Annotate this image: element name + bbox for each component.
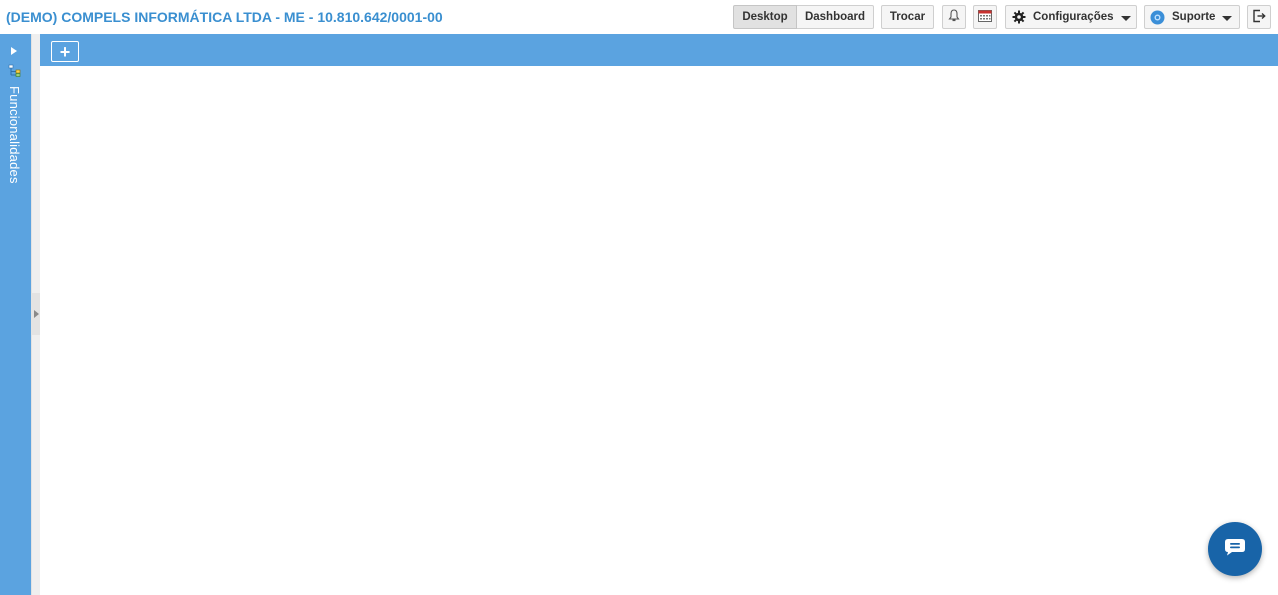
logout-button[interactable] xyxy=(1247,5,1271,29)
bell-icon xyxy=(948,9,960,25)
plus-icon: + xyxy=(59,41,71,62)
configuracoes-label: Configurações xyxy=(1033,11,1114,23)
sidebar-label[interactable]: Funcionalidades xyxy=(7,86,22,184)
suporte-label: Suporte xyxy=(1172,11,1216,23)
calendar-button[interactable] xyxy=(973,5,997,29)
splitter-arrow-icon xyxy=(34,310,39,318)
desktop-button[interactable]: Desktop xyxy=(733,5,797,29)
expand-panel-icon[interactable] xyxy=(11,47,17,55)
trocar-button[interactable]: Trocar xyxy=(881,5,934,29)
configuracoes-dropdown[interactable]: Configurações xyxy=(1005,5,1137,29)
desktop-toolbar: + xyxy=(40,34,1278,66)
logout-icon xyxy=(1252,9,1266,26)
notifications-button[interactable] xyxy=(942,5,966,29)
calendar-icon xyxy=(978,9,992,25)
add-button[interactable]: + xyxy=(51,41,79,62)
dashboard-button[interactable]: Dashboard xyxy=(797,5,874,29)
gear-icon xyxy=(1012,10,1026,24)
chevron-down-icon xyxy=(1120,15,1131,21)
support-icon xyxy=(1150,10,1165,25)
chat-button[interactable] xyxy=(1208,522,1262,576)
suporte-dropdown[interactable]: Suporte xyxy=(1144,5,1240,29)
tree-icon xyxy=(8,64,22,82)
chat-icon xyxy=(1224,538,1246,561)
company-title: (DEMO) COMPELS INFORMÁTICA LTDA - ME - 1… xyxy=(6,9,443,25)
top-header: (DEMO) COMPELS INFORMÁTICA LTDA - ME - 1… xyxy=(0,0,1278,34)
chevron-down-icon xyxy=(1222,15,1233,21)
